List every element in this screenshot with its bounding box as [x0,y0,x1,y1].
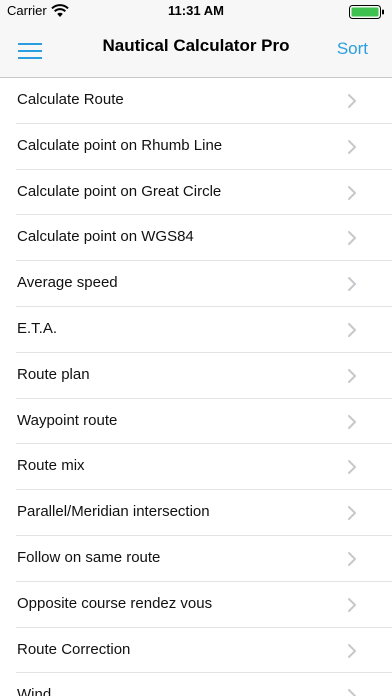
list-item-label: Wind [17,686,52,696]
list-item-calculate-point-on-rhumb-line[interactable]: Calculate point on Rhumb Line [0,124,392,170]
chevron-right-icon [348,368,356,383]
list-item-wind[interactable]: Wind [0,673,392,696]
list-item-label: Route plan [17,365,90,383]
list-item-average-speed[interactable]: Average speed [0,261,392,307]
status-bar: Carrier 11:31 AM [0,0,392,22]
battery-icon [349,5,384,19]
list-item-label: Route Correction [17,640,131,658]
list-item-label: Average speed [17,274,118,292]
list-item-route-plan[interactable]: Route plan [0,353,392,399]
list-item-label: Calculate point on Great Circle [17,182,222,200]
chevron-right-icon [348,94,356,108]
list-item-e-t-a[interactable]: E.T.A. [0,307,392,353]
chevron-right-icon [348,322,356,337]
sort-button[interactable]: Sort [337,39,368,59]
list-item-route-correction[interactable]: Route Correction [0,628,392,674]
chevron-right-icon [348,185,356,200]
page-title: Nautical Calculator Pro [102,36,290,55]
list-item-label: Calculate point on WGS84 [17,228,194,246]
list-item-label: Calculate point on Rhumb Line [17,136,223,154]
chevron-right-icon [348,277,356,292]
list-item-calculate-route[interactable]: Calculate Route [0,78,392,124]
chevron-right-icon [348,460,356,475]
list-item-label: Parallel/Meridian intersection [17,503,210,521]
list-item-label: Follow on same route [17,548,161,566]
screen: Carrier 11:31 AM Nautical Calculator Pro… [0,0,392,696]
menu-button[interactable] [10,34,50,66]
chevron-right-icon [348,597,356,612]
list-item-waypoint-route[interactable]: Waypoint route [0,399,392,445]
list-item-calculate-point-on-great-circle[interactable]: Calculate point on Great Circle [0,170,392,216]
list-item-label: Calculate Route [17,91,124,108]
list-item-opposite-course-rendez-vous[interactable]: Opposite course rendez vous [0,582,392,628]
list-item-label: E.T.A. [17,319,58,337]
chevron-right-icon [348,506,356,521]
list-item-parallel-meridian-intersection[interactable]: Parallel/Meridian intersection [0,490,392,536]
chevron-right-icon [348,414,356,429]
chevron-right-icon [348,643,356,658]
status-time: 11:31 AM [168,3,224,18]
list-item-label: Opposite course rendez vous [17,594,213,612]
chevron-right-icon [348,551,356,566]
navigation-bar: Nautical Calculator Pro Sort [0,22,392,78]
calculator-list: Calculate Route Calculate point on Rhumb … [0,78,392,696]
chevron-right-icon [348,139,356,154]
chevron-right-icon [348,689,356,696]
list-item-calculate-point-on-wgs84[interactable]: Calculate point on WGS84 [0,215,392,261]
list-item-route-mix[interactable]: Route mix [0,444,392,490]
list-item-label: Route mix [17,457,85,475]
chevron-right-icon [348,231,356,246]
list-item-label: Waypoint route [17,411,118,429]
list-item-follow-on-same-route[interactable]: Follow on same route [0,536,392,582]
hamburger-menu-icon [18,43,42,59]
